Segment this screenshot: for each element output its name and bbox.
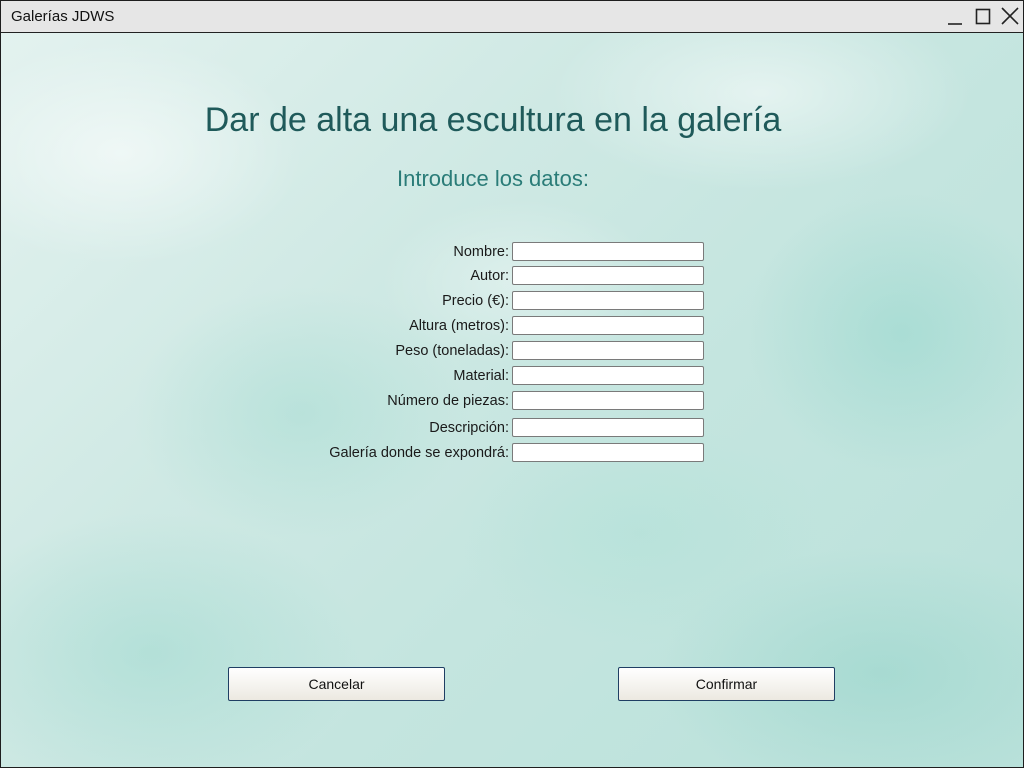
gallery-input[interactable] xyxy=(512,443,704,462)
app-window: Galerías JDWS Dar de alta una escultura … xyxy=(0,0,1024,768)
minimize-button[interactable] xyxy=(943,5,967,29)
height-label: Altura (metros): xyxy=(409,318,509,334)
window-title: Galerías JDWS xyxy=(11,8,115,25)
price-input[interactable] xyxy=(512,291,704,310)
height-input[interactable] xyxy=(512,316,704,335)
gallery-label: Galería donde se expondrá: xyxy=(329,445,509,461)
close-icon xyxy=(1001,7,1019,25)
author-label: Autor: xyxy=(470,268,509,284)
name-label: Nombre: xyxy=(453,244,509,260)
page-title: Dar de alta una escultura en la galería xyxy=(204,101,782,139)
form-subtitle: Introduce los datos: xyxy=(396,166,589,191)
close-button[interactable] xyxy=(998,5,1022,29)
pieces-input[interactable] xyxy=(512,391,704,410)
material-input[interactable] xyxy=(512,366,704,385)
material-label: Material: xyxy=(453,368,509,384)
pieces-label: Número de piezas: xyxy=(387,393,509,409)
price-label: Precio (€): xyxy=(442,293,509,309)
cancel-button[interactable]: Cancelar xyxy=(228,667,445,701)
maximize-icon xyxy=(975,8,991,25)
confirm-button[interactable]: Confirmar xyxy=(618,667,835,701)
description-input[interactable] xyxy=(512,418,704,437)
maximize-button[interactable] xyxy=(971,5,995,29)
weight-input[interactable] xyxy=(512,341,704,360)
minimize-icon xyxy=(948,23,962,25)
weight-label: Peso (toneladas): xyxy=(395,343,509,359)
title-bar[interactable]: Galerías JDWS xyxy=(1,1,1023,33)
author-input[interactable] xyxy=(512,266,704,285)
description-label: Descripción: xyxy=(429,420,509,436)
name-input[interactable] xyxy=(512,242,704,261)
